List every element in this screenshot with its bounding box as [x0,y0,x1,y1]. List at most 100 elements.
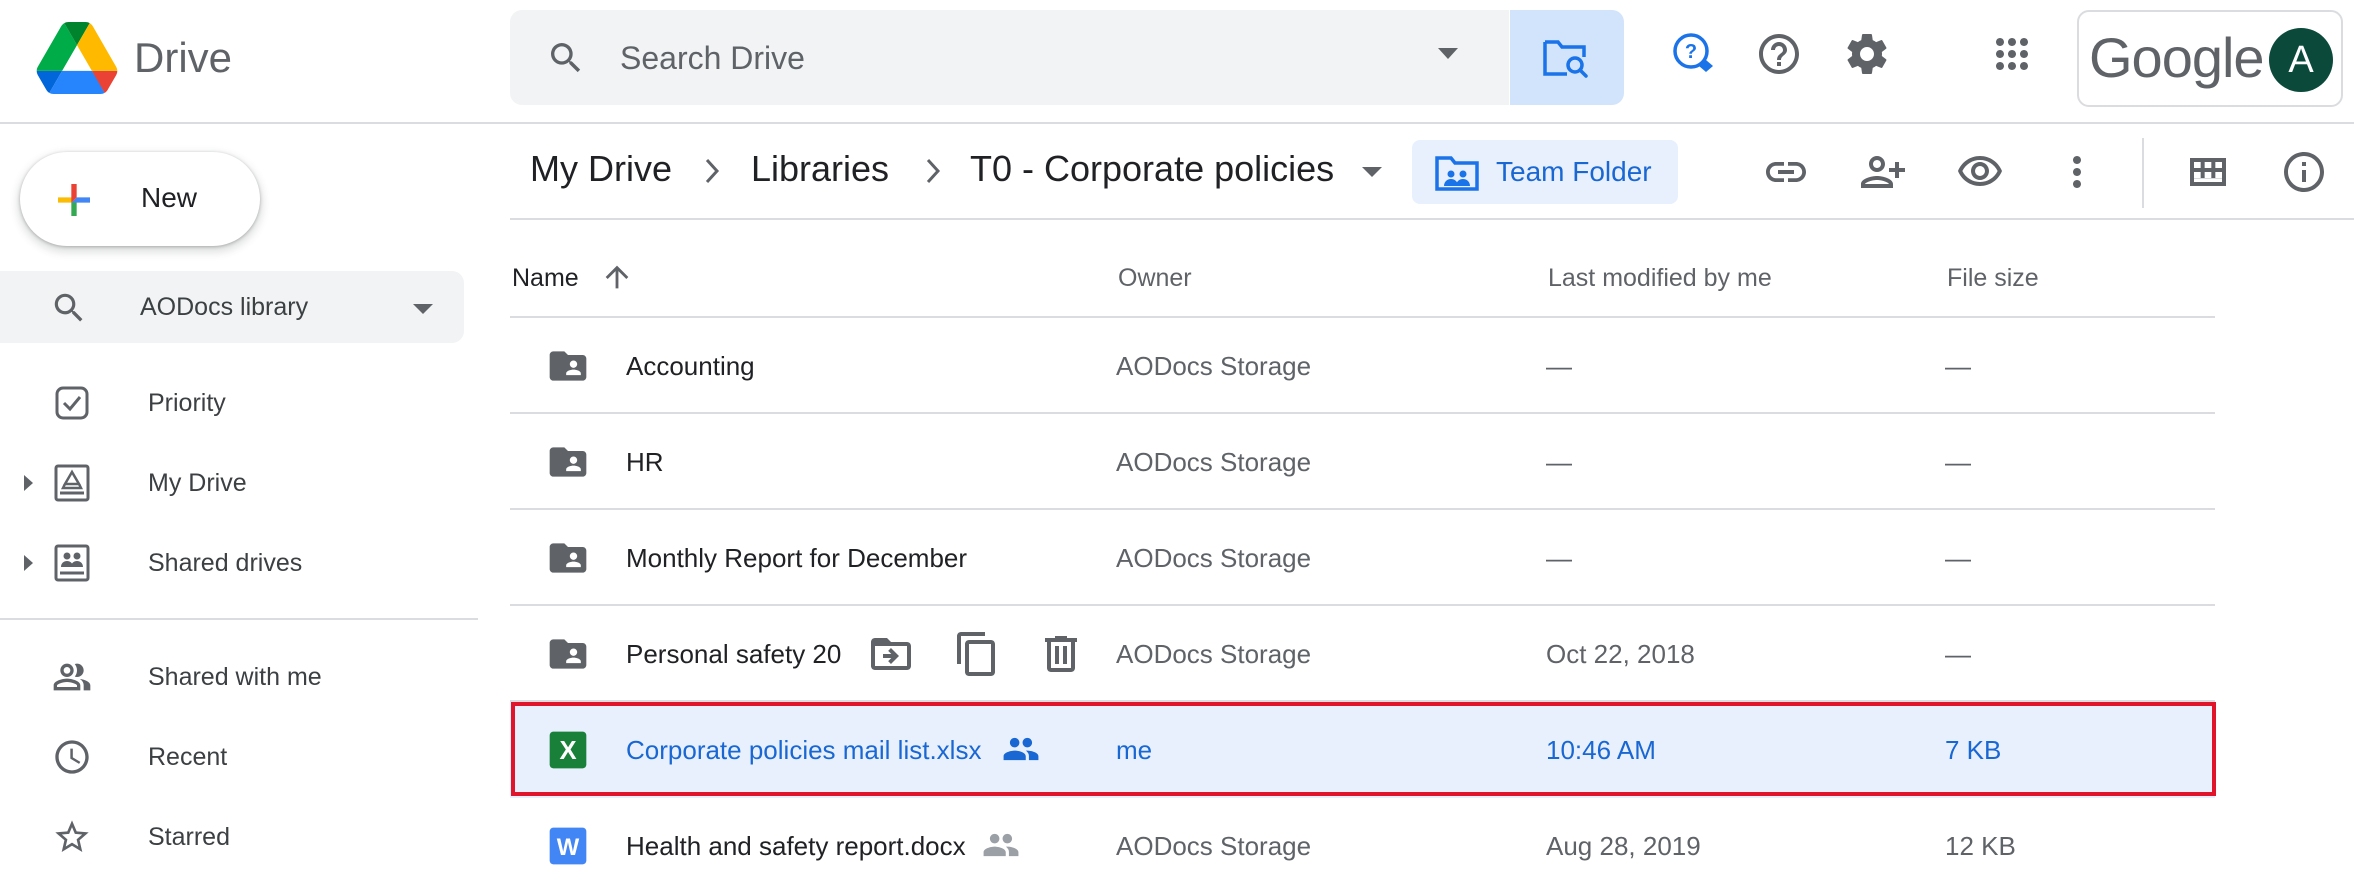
search-bar[interactable] [510,10,1509,105]
clock-icon [55,740,89,774]
search-icon[interactable] [546,38,586,78]
file-modified: Oct 22, 2018 [1546,639,1695,669]
avatar[interactable]: A [2269,28,2333,92]
table-row[interactable]: W Health and safety report.docx AODocs S… [510,798,2215,892]
table-row[interactable]: Monthly Report for December AODocs Stora… [510,510,2215,606]
google-apps-icon[interactable] [1988,30,2036,78]
sidebar-item-label: My Drive [148,469,247,497]
move-to-folder-icon[interactable] [867,630,915,678]
shared-drives-icon [54,544,90,582]
account-switcher[interactable]: Google A [2077,10,2343,107]
file-size: — [1945,447,1971,477]
more-vert-icon[interactable] [2053,148,2101,196]
preview-eye-icon[interactable] [1956,148,2004,196]
search-input[interactable] [620,30,1320,86]
file-owner: me [1116,735,1153,765]
breadcrumb-item-my-drive[interactable]: My Drive [530,144,672,194]
file-modified: — [1546,351,1572,381]
sidebar-item-label: Recent [148,743,228,771]
drive-logo-icon[interactable] [36,22,118,94]
column-header-file-size[interactable]: File size [1947,264,2039,293]
library-selector[interactable]: AODocs library [0,271,464,343]
sidebar-item-starred[interactable]: Starred [0,805,470,869]
help-icon[interactable] [1755,30,1803,78]
sidebar-item-label: Starred [148,823,230,851]
file-modified: Aug 28, 2019 [1546,831,1701,861]
sidebar-item-recent[interactable]: Recent [0,725,470,789]
table-row[interactable]: HR AODocs Storage — — [510,414,2215,510]
chevron-down-icon [413,304,433,314]
column-header-last-modified[interactable]: Last modified by me [1548,264,1772,293]
shared-folder-icon [549,447,587,477]
sidebar-item-shared-with-me[interactable]: Shared with me [0,645,470,709]
svg-text:W: W [557,834,580,861]
share-add-person-icon[interactable] [1859,148,1907,196]
table-row[interactable]: Accounting AODocs Storage — — [510,318,2215,414]
table-row[interactable]: Personal safety 20 AODocs Storage Oct 22… [510,606,2215,702]
file-size: 7 KB [1945,735,2002,765]
sidebar-item-shared-drives[interactable]: Shared drives [0,531,470,595]
shared-people-icon [983,833,1019,857]
file-name: Corporate policies mail list.xlsx [626,735,982,765]
column-header-name[interactable]: Name [512,264,579,293]
sidebar-item-label: Shared drives [148,549,303,577]
file-modified: — [1546,543,1572,573]
search-in-folder-button[interactable] [1510,10,1624,105]
sort-ascending-arrow-icon[interactable] [600,260,634,294]
team-folder-button[interactable]: Team Folder [1412,140,1678,204]
file-list: Name Owner Last modified by me File size… [510,222,2215,892]
file-owner: AODocs Storage [1116,831,1312,861]
shared-folder-icon [549,639,587,669]
copy-icon[interactable] [953,630,1001,678]
trash-icon[interactable] [1037,630,1085,678]
support-help-icon[interactable]: ? [1670,30,1718,78]
priority-icon [55,386,89,420]
file-name: Personal safety 20 [626,639,842,669]
spreadsheet-file-icon: X [549,731,587,769]
file-name: Monthly Report for December [626,543,968,573]
file-name: HR [626,447,664,477]
info-icon[interactable] [2280,148,2328,196]
file-owner: AODocs Storage [1116,639,1312,669]
get-link-icon[interactable] [1762,148,1810,196]
sidebar-divider [0,618,478,620]
settings-gear-icon[interactable] [1843,30,1891,78]
file-list-header: Name Owner Last modified by me File size [510,222,2215,318]
sidebar-item-priority[interactable]: Priority [0,371,470,435]
google-wordmark: Google [2089,26,2265,89]
search-icon [54,293,83,322]
search-options-caret-icon[interactable] [1438,48,1458,59]
star-icon [55,820,89,852]
file-owner: AODocs Storage [1116,351,1312,381]
file-name: Accounting [626,351,755,381]
table-row-selected[interactable]: X Corporate policies mail list.xlsx me 1… [510,702,2215,798]
file-owner: AODocs Storage [1116,543,1312,573]
expand-arrow-icon[interactable] [24,475,33,491]
toolbar-divider [2142,138,2144,208]
sidebar-item-my-drive[interactable]: My Drive [0,451,470,515]
svg-text:X: X [559,737,576,765]
file-size: — [1945,351,1971,381]
column-header-owner[interactable]: Owner [1118,264,1192,293]
file-name: Health and safety report.docx [626,831,966,861]
shared-people-icon [1003,737,1039,761]
new-button[interactable]: New [20,152,260,246]
svg-text:?: ? [1685,41,1697,63]
grid-view-icon[interactable] [2184,148,2232,196]
app-name: Drive [134,34,233,81]
team-folder-icon [1435,156,1479,191]
file-size: — [1945,543,1971,573]
sidebar-item-label: Shared with me [148,663,322,691]
breadcrumb: My Drive Libraries T0 - Corporate polici… [510,126,2354,220]
breadcrumb-item-libraries[interactable]: Libraries [751,144,889,194]
plus-icon [58,184,90,216]
chevron-down-icon[interactable] [1362,167,1382,177]
document-file-icon: W [549,827,587,865]
breadcrumb-item-current-folder[interactable]: T0 - Corporate policies [970,144,1334,194]
expand-arrow-icon[interactable] [24,555,33,571]
file-owner: AODocs Storage [1116,447,1312,477]
team-folder-label: Team Folder [1496,156,1652,187]
library-selector-label: AODocs library [140,293,309,321]
shared-with-me-icon [53,663,91,691]
chevron-right-icon [926,158,941,184]
